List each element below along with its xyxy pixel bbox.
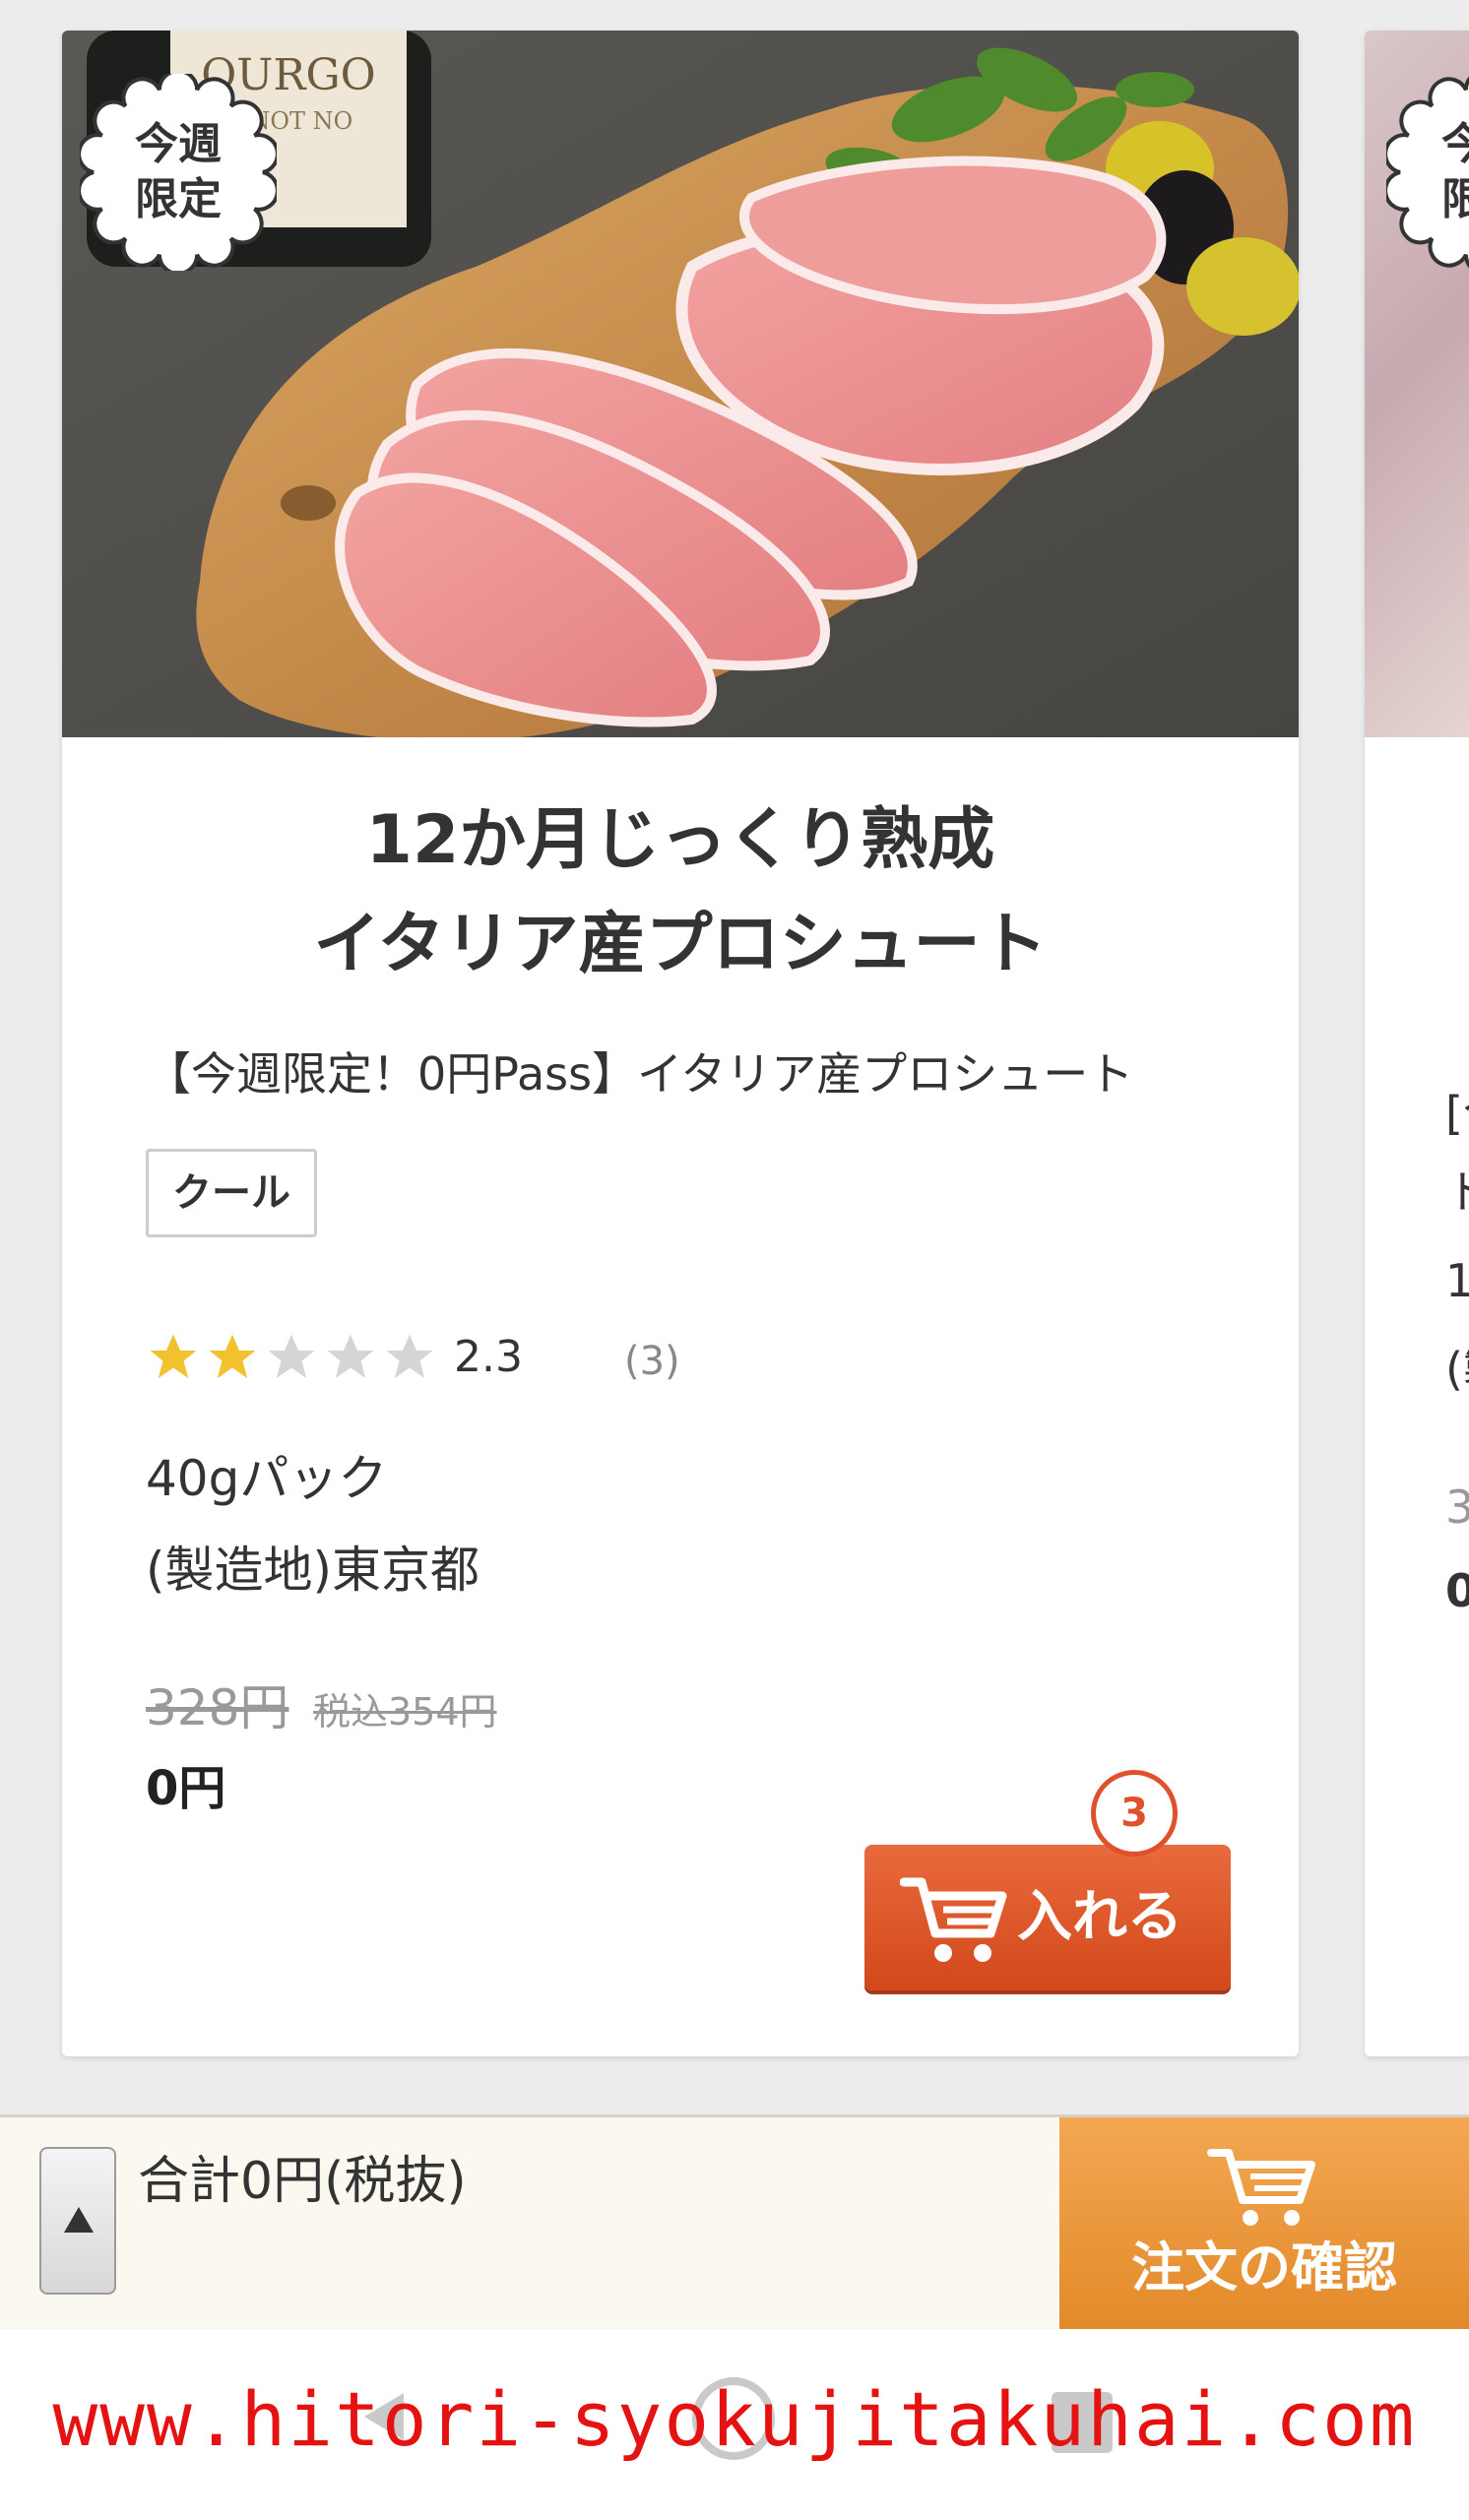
next-card-text: 1 [1445,1254,1469,1307]
add-to-cart-button[interactable]: 入れる [864,1845,1231,1990]
cart-total: 合計0円(税抜) [138,2152,467,2211]
badge-text: 今週 限定 [1441,119,1469,224]
cart-icon [1207,2149,1315,2226]
package-size: 40gパック [146,1450,388,1507]
confirm-order-button[interactable]: 注文の確認 [1059,2117,1469,2329]
watermark-url: www.hitori-syokujitakuhai.com [52,2375,1417,2463]
manufacturing-origin: (製造地)東京都 [146,1542,480,1599]
product-title: 12か月じっくり熟成 イタリア産プロシュート [62,788,1299,997]
next-card-text: ト [1445,1166,1469,1219]
cart-quantity-badge: 3 [1091,1770,1178,1857]
product-title-line2: イタリア産プロシュート [313,906,1048,983]
rating-score: 2.3 [454,1332,523,1382]
star-filled-icon [209,1334,256,1378]
star-filled-icon [150,1334,197,1378]
star-empty-icon [327,1334,374,1378]
next-card-price: 0 [1445,1564,1469,1617]
next-card-old-price: 3 [1445,1480,1469,1534]
add-to-cart-label: 入れる [1017,1885,1182,1949]
star-empty-icon [268,1334,315,1378]
next-card-text: [今 [1445,1087,1469,1140]
expand-cart-button[interactable] [39,2147,116,2295]
product-image[interactable]: OURGO PINOT NO 今週 限定 [62,31,1299,737]
review-count-link[interactable]: (3) [624,1330,680,1393]
cart-icon [900,1877,1007,1962]
next-card-text: (製 [1445,1343,1469,1396]
limited-week-badge: 今週 限定 [80,74,277,271]
original-price-tax-included: 税込354円 [313,1690,497,1733]
cool-delivery-tag: クール [146,1149,317,1237]
product-title-line1: 12か月じっくり熟成 [365,801,995,879]
product-card[interactable]: OURGO PINOT NO 今週 限定 12か月じっくり熟成 イタリア産プロシ… [62,31,1299,2056]
next-product-card[interactable]: 今週 限定 [今 ト 1 (製 3 0 [1365,31,1469,2056]
star-empty-icon [386,1334,433,1378]
original-price: 328円 [146,1679,289,1736]
confirm-order-label: 注文の確認 [1131,2236,1397,2299]
cart-summary-bar: 合計0円(税抜) 注文の確認 [0,2114,1469,2332]
badge-text: 今週 限定 [135,119,222,224]
triangle-up-icon [64,2207,94,2233]
limited-week-badge: 今週 限定 [1383,74,1469,271]
current-price: 0円 [146,1761,226,1816]
product-subtitle: 【今週限定！0円Pass】イタリア産プロシュート [146,1047,1134,1101]
